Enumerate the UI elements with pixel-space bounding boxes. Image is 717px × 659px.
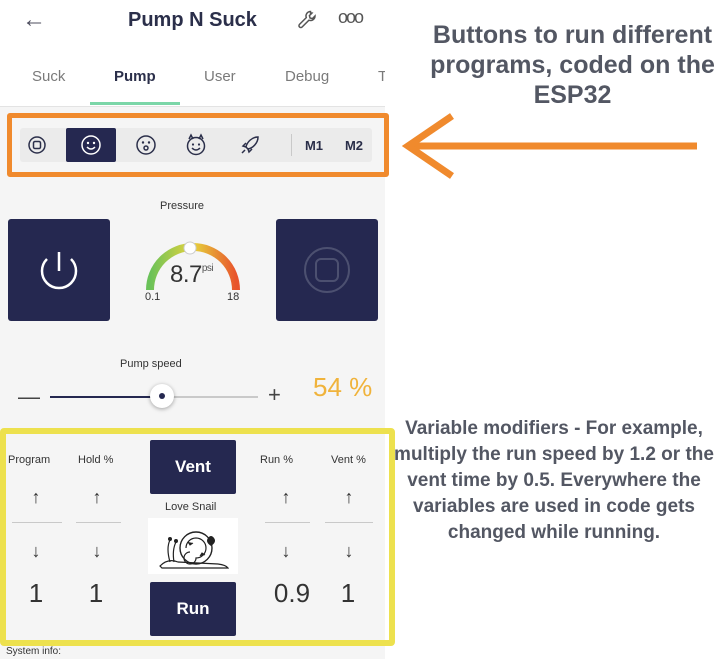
app-title: Pump N Suck [128,9,257,31]
pressure-max: 18 [227,291,240,303]
annotation-top-text: Buttons to run different programs, coded… [430,21,715,109]
program-buttons-highlight [7,113,389,177]
stop-circle-icon [304,247,350,293]
wrench-icon[interactable] [296,8,320,32]
divider [0,106,385,107]
tab-overflow[interactable]: T [378,68,385,85]
pressure-value: 8.7psi [170,261,214,288]
power-icon [40,252,78,290]
slider-thumb-dot [159,393,166,399]
decrease-speed-button[interactable]: — [18,384,40,410]
tab-bar: Suck Pump User Debug T [0,42,385,106]
tab-suck[interactable]: Suck [32,68,65,85]
slider-thumb[interactable] [150,384,175,408]
more-dots-icon[interactable]: ooo [338,7,364,28]
pressure-min: 0.1 [145,291,161,303]
gauge-pointer [183,241,197,255]
system-info-label: System info: [6,646,62,657]
annotation-arrow-icon [401,113,697,179]
active-tab-indicator [90,102,180,105]
back-arrow-icon[interactable]: ← [22,8,46,32]
increase-speed-button[interactable]: + [268,382,281,408]
annotation-bottom-text: Variable modifiers - For example, multip… [394,418,714,543]
power-button[interactable] [8,219,110,321]
modifiers-highlight [0,428,395,646]
pressure-label: Pressure [160,200,205,212]
tab-pump[interactable]: Pump [114,68,156,85]
tab-user[interactable]: User [204,68,236,85]
tab-debug[interactable]: Debug [285,68,329,85]
pump-speed-value: 54 % [313,372,373,402]
slider-fill [50,396,163,398]
top-bar: ← Pump N Suck ooo [0,0,385,42]
pressure-unit: psi [201,263,214,274]
stop-button[interactable] [276,219,378,321]
pump-speed-label: Pump speed [120,358,182,370]
